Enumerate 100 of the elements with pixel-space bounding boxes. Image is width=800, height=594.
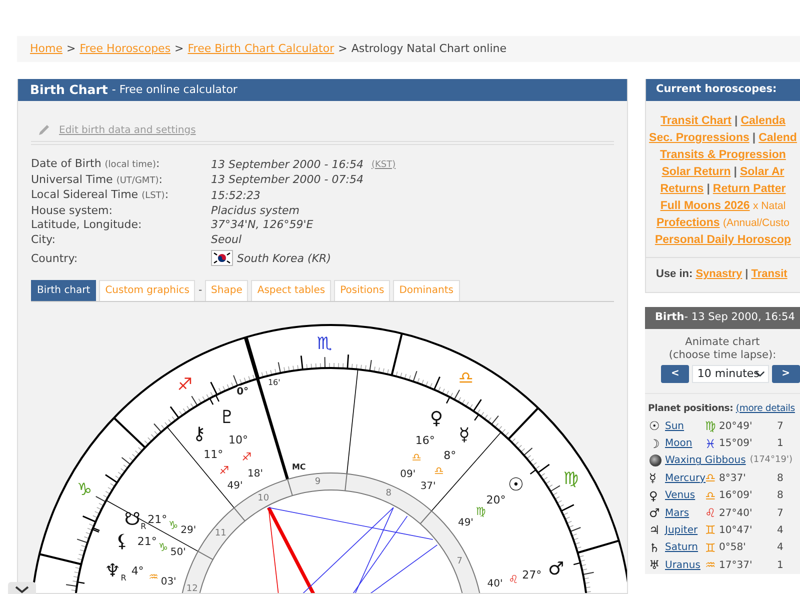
horoscope-link[interactable]: Solar Return <box>662 166 731 178</box>
sign-glyph: ♓ <box>705 436 717 453</box>
planet-link[interactable]: Uranus <box>665 558 705 573</box>
chevron-icon <box>15 586 29 594</box>
horoscope-link[interactable]: Transits & Progression <box>660 149 786 161</box>
birth-date: - 13 Sep 2000, 16:54 <box>684 310 795 325</box>
planet-link[interactable]: Moon <box>665 436 705 452</box>
planet-link[interactable]: Jupiter <box>665 522 705 538</box>
horoscope-link[interactable]: Solar Ar <box>740 166 784 178</box>
planet-degree: 27° <box>522 568 542 581</box>
more-details-link[interactable]: (more details <box>736 402 795 414</box>
horoscope-link[interactable]: Sec. Progressions <box>649 132 750 144</box>
moon-phase-icon <box>649 454 662 468</box>
mc-minute: 16' <box>268 378 280 387</box>
planet-glyph: ☋ <box>124 508 140 530</box>
field-value: 37°34'N, 126°59'E <box>211 218 314 233</box>
positions-title: Planet positions: <box>648 402 734 414</box>
timezone-link[interactable]: (KST) <box>371 158 396 172</box>
animate-hint: (choose time lapse): <box>668 348 778 362</box>
collapse-button[interactable] <box>8 582 36 594</box>
planet-link[interactable]: Mars <box>665 506 705 521</box>
field-value: Seoul <box>211 232 242 248</box>
previous-button[interactable]: < <box>661 364 690 382</box>
planet-glyph: ♀ <box>430 407 444 428</box>
tab[interactable]: Custom graphics <box>99 280 196 301</box>
planet-glyph: ☉ <box>649 418 661 436</box>
panel-title: Birth Chart <box>30 80 108 99</box>
field-value: 13 September 2000 - 16:54 <box>211 158 364 172</box>
planet-position: 27°40' <box>719 506 754 521</box>
planet-sign-glyph: ♍ <box>476 504 486 518</box>
horoscope-link[interactable]: Profections <box>656 217 720 229</box>
house-number: 7 <box>777 420 784 434</box>
horoscope-link[interactable]: Full Moons 2026 <box>660 200 750 212</box>
planet-glyph: ⚸ <box>116 530 129 552</box>
sign-glyph: ♒ <box>705 557 717 574</box>
mc-degree: 0° <box>236 386 249 398</box>
next-button[interactable]: > <box>772 364 800 382</box>
horoscope-link[interactable]: Transit Chart <box>660 115 732 127</box>
field-value: Placidus system <box>211 204 300 218</box>
planet-position: 0°58' <box>719 541 747 556</box>
breadcrumb-separator: > <box>174 40 184 57</box>
tab[interactable]: Shape <box>205 280 248 301</box>
house-number: 1 <box>777 437 784 452</box>
planet-sign-glyph: ♑ <box>158 540 168 554</box>
field-value: 15:52:23 <box>211 188 260 204</box>
planet-position: 16°09' <box>719 489 754 504</box>
sign-glyph: ♌ <box>705 505 717 522</box>
planet-glyph: ☿ <box>649 470 658 488</box>
planet-degree: 8° <box>444 448 456 462</box>
use-in-link[interactable]: Transit <box>751 268 788 280</box>
tab[interactable]: Aspect tables <box>251 280 332 301</box>
sign-glyph: ♎ <box>705 488 717 505</box>
planet-sign-glyph: ♎ <box>412 450 422 464</box>
zodiac-sign-glyph: ♐ <box>177 374 193 395</box>
planet-link[interactable]: Venus <box>665 488 705 504</box>
use-in-link[interactable]: Synastry <box>696 268 742 280</box>
tab[interactable]: Positions <box>334 280 390 301</box>
planet-link[interactable]: Mercury <box>665 470 705 486</box>
link-separator: | <box>734 166 737 178</box>
tab[interactable]: Dominants <box>393 280 460 301</box>
link-separator: | <box>734 115 738 127</box>
planet-glyph: ☽ <box>649 436 661 453</box>
planet-degree: 4° <box>131 564 144 578</box>
breadcrumb-link[interactable]: Free Birth Chart Calculator <box>188 40 334 58</box>
edit-settings-link[interactable]: Edit birth data and settings <box>59 122 196 138</box>
moon-phase-link[interactable]: Waxing Gibbous <box>665 453 746 468</box>
planet-degree: 10° <box>228 433 248 446</box>
breadcrumb-link[interactable]: Home <box>30 40 62 58</box>
field-label: Date of Birth (local time): <box>31 157 161 172</box>
breadcrumb-link[interactable]: Free Horoscopes <box>80 40 171 58</box>
horoscope-link[interactable]: Personal Daily Horoscop <box>654 234 792 246</box>
house-number: 4 <box>777 541 784 556</box>
breadcrumb-separator: > <box>338 40 348 57</box>
house-number: 1 <box>777 558 784 573</box>
planet-sign-glyph: ♎ <box>434 464 444 478</box>
planet-sign-glyph: ♒ <box>148 570 159 584</box>
house-number: 4 <box>777 524 784 538</box>
horoscope-link[interactable]: Calenda <box>740 115 786 127</box>
planet-glyph: ☿ <box>458 424 470 446</box>
horoscope-link[interactable]: Calend <box>758 132 797 144</box>
field-label: Local Sidereal Time (LST): <box>31 188 170 204</box>
planet-sign-glyph: ♐ <box>242 450 252 463</box>
pencil-icon <box>37 123 51 137</box>
planet-glyph: ♂ <box>649 505 661 522</box>
horoscope-link[interactable]: Returns <box>660 183 704 195</box>
house-number: 8 <box>777 472 784 486</box>
planet-link[interactable]: Sun <box>665 418 705 434</box>
planet-glyph: ♃ <box>649 522 661 540</box>
house-number: 9 <box>314 476 321 487</box>
link-separator: | <box>706 183 710 195</box>
horoscope-link[interactable]: Return Patter <box>712 183 786 195</box>
moon-phase-angle: (174°19') <box>750 454 792 468</box>
planet-glyph: ♆ <box>104 560 121 582</box>
time-lapse-select[interactable]: 10 minutes <box>692 364 769 382</box>
planet-link[interactable]: Saturn <box>665 540 705 556</box>
planet-minute: 09' <box>400 468 416 480</box>
planet-degree: 21° <box>137 534 157 548</box>
use-in-label: Use in: <box>656 268 693 280</box>
planet-sign-glyph: ♌ <box>508 572 518 586</box>
tab[interactable]: Birth chart <box>31 280 96 301</box>
